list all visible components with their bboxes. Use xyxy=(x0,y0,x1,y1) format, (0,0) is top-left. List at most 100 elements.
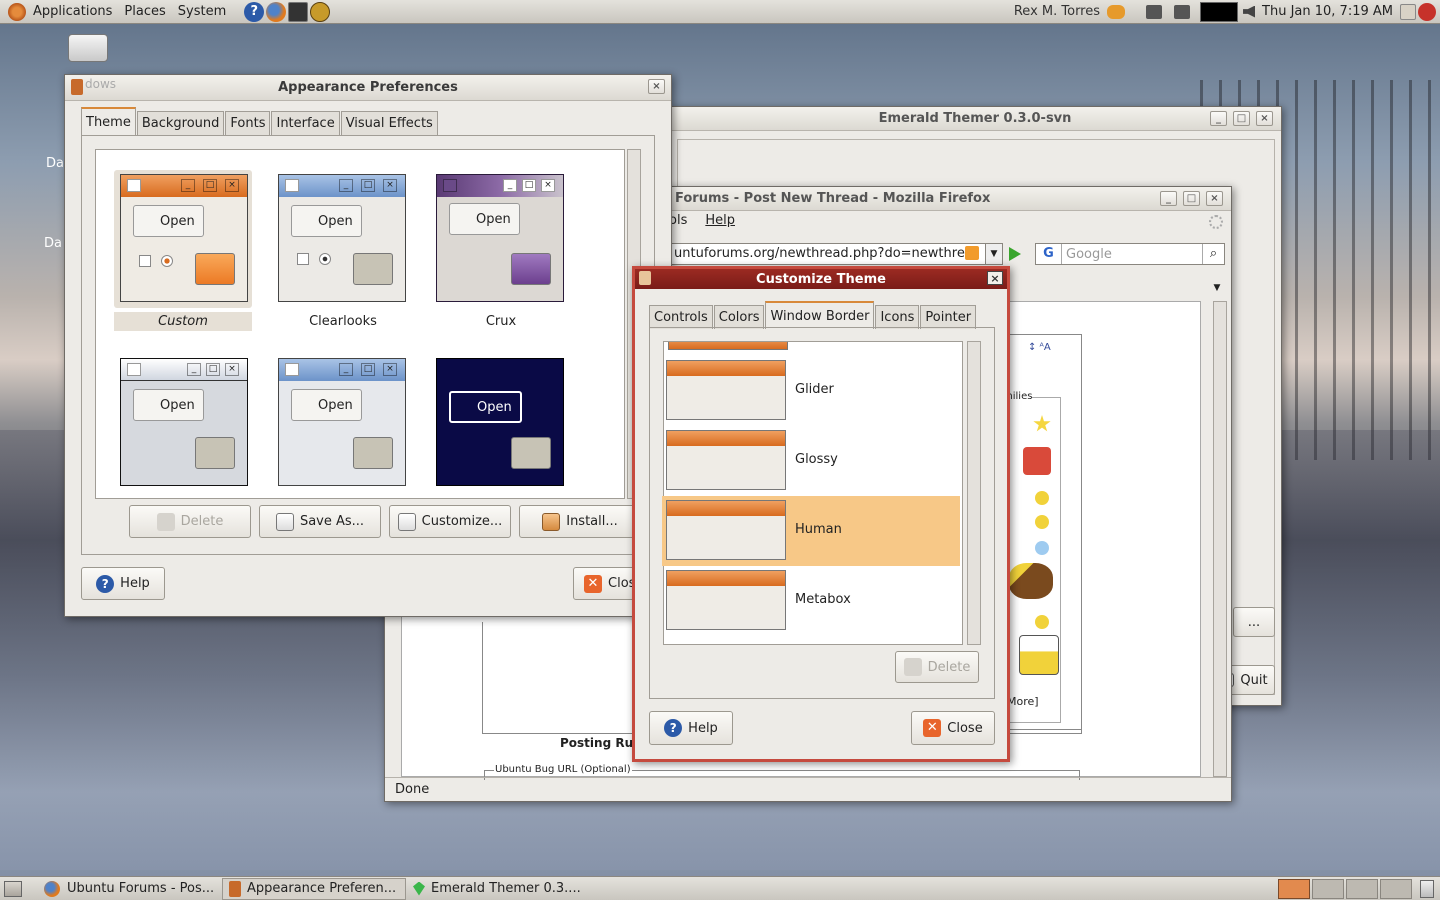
power-icon[interactable] xyxy=(1418,2,1436,21)
edit-icon xyxy=(397,512,416,531)
border-list-scrollbar[interactable] xyxy=(967,341,981,645)
theme-clearlooks-thumb[interactable]: _ □ × Open xyxy=(278,174,406,302)
customize-titlebar[interactable]: Customize Theme × xyxy=(635,269,1007,289)
search-icon[interactable]: ⌕ xyxy=(1202,244,1224,264)
close-x-icon: ✕ xyxy=(584,574,602,593)
install-button[interactable]: Install... xyxy=(519,505,641,538)
tab-theme[interactable]: Theme xyxy=(81,107,136,135)
ubuntu-logo-icon[interactable] xyxy=(8,2,26,21)
theme-crux-thumb[interactable]: _ □ × Open xyxy=(436,174,564,302)
go-icon[interactable] xyxy=(1009,247,1021,261)
rss-icon[interactable] xyxy=(965,246,979,260)
desktop-label-2: Da xyxy=(44,236,62,251)
border-row-human[interactable]: Human xyxy=(662,496,960,566)
help-launcher-icon[interactable]: ? xyxy=(244,1,265,22)
menu-help[interactable]: Help xyxy=(705,213,735,228)
lol-smiley-icon[interactable] xyxy=(1019,635,1059,675)
more-smilies-link[interactable]: More] xyxy=(1007,695,1039,708)
trash-icon[interactable] xyxy=(1420,879,1434,898)
appearance-titlebar[interactable]: dows Appearance Preferences × xyxy=(65,75,671,101)
theme-5-thumb[interactable]: _ □ × Open xyxy=(278,358,406,486)
delete-border-button[interactable]: Delete xyxy=(895,651,979,683)
clock[interactable]: Thu Jan 10, 7:19 AM xyxy=(1256,4,1399,19)
workspace-switcher[interactable] xyxy=(1278,878,1412,899)
close-icon[interactable]: × xyxy=(648,79,665,94)
workspace-2[interactable] xyxy=(1312,878,1344,899)
menu-system[interactable]: System xyxy=(172,4,232,19)
close-icon[interactable]: × xyxy=(987,271,1003,285)
workspace-1[interactable] xyxy=(1278,878,1310,899)
url-bar[interactable]: untuforums.org/newthread.php?do=newthrea xyxy=(669,243,995,265)
taskbar-appearance[interactable]: Appearance Preferen... xyxy=(222,877,406,900)
tab-pointer[interactable]: Pointer xyxy=(920,305,977,329)
tab-window-border[interactable]: Window Border xyxy=(765,301,875,329)
close-icon[interactable]: × xyxy=(1206,191,1223,206)
minimize-icon[interactable]: _ xyxy=(1160,191,1177,206)
firefox-launcher-icon[interactable] xyxy=(266,1,287,22)
save-as-button[interactable]: Save As... xyxy=(259,505,381,538)
firefox-icon xyxy=(44,880,60,897)
tab-fonts[interactable]: Fonts xyxy=(225,111,271,135)
tab-colors[interactable]: Colors xyxy=(713,305,765,329)
help-icon: ? xyxy=(96,574,115,593)
maximize-icon[interactable]: □ xyxy=(1233,111,1250,126)
taskbar-firefox[interactable]: Ubuntu Forums - Pos... xyxy=(36,878,222,900)
taskbar-emerald[interactable]: Emerald Themer 0.3.... xyxy=(406,878,590,900)
search-input[interactable]: Google xyxy=(1062,247,1202,262)
user-name[interactable]: Rex M. Torres xyxy=(1008,4,1106,19)
maximize-icon[interactable]: □ xyxy=(1183,191,1200,206)
volume-icon[interactable] xyxy=(1243,5,1256,18)
drive-desktop-icon[interactable] xyxy=(68,34,108,62)
app-icon xyxy=(639,271,651,285)
border-row-glider[interactable]: Glider xyxy=(662,356,960,426)
wink-smiley-icon[interactable] xyxy=(1035,615,1049,629)
url-dropdown-icon[interactable]: ▼ xyxy=(985,243,1003,265)
update-notifier-icon[interactable] xyxy=(1107,4,1126,19)
help-button[interactable]: ? Help xyxy=(81,567,165,600)
workspace-3[interactable] xyxy=(1346,878,1378,899)
delete-theme-button[interactable]: Delete xyxy=(129,505,251,538)
menu-applications[interactable]: Applications xyxy=(27,4,118,19)
network-icon[interactable] xyxy=(1146,4,1163,19)
theme-6-thumb[interactable]: Open xyxy=(436,358,564,486)
appearance-window: dows Appearance Preferences × Theme Back… xyxy=(64,74,672,617)
theme-4-thumb[interactable]: _ □ × Open xyxy=(120,358,248,486)
page-scrollbar[interactable] xyxy=(1213,301,1227,777)
system-monitor[interactable] xyxy=(1200,1,1239,22)
tab-icons[interactable]: Icons xyxy=(875,305,920,329)
menu-places[interactable]: Places xyxy=(118,4,171,19)
smile-smiley-icon[interactable] xyxy=(1035,491,1049,505)
wine-launcher-icon[interactable] xyxy=(310,1,331,22)
user-switcher-icon[interactable] xyxy=(1400,3,1416,20)
emerald-ellipsis-button[interactable]: ... xyxy=(1233,607,1275,637)
close-icon[interactable]: × xyxy=(1256,111,1273,126)
confused-smiley-icon[interactable] xyxy=(1035,541,1049,555)
text-size-icon[interactable]: ↕ ᴬA xyxy=(1028,342,1051,353)
emerald-icon xyxy=(413,881,425,896)
border-row-metabox[interactable]: Metabox xyxy=(662,566,960,636)
bug-url-label: Ubuntu Bug URL (Optional) xyxy=(494,764,632,775)
theme-custom-thumb[interactable]: _ □ × Open xyxy=(120,174,248,302)
search-box[interactable]: G Google ⌕ xyxy=(1035,243,1225,265)
google-icon[interactable]: G xyxy=(1036,244,1062,264)
customize-close-button[interactable]: ✕ Close xyxy=(911,711,995,745)
status-bar: Done xyxy=(385,777,1231,801)
emerald-titlebar[interactable]: Emerald Themer 0.3.0-svn _ □ × xyxy=(669,107,1281,131)
popcorn-smiley-icon[interactable] xyxy=(1023,447,1051,475)
bookmarks-dropdown-icon[interactable]: ▼ xyxy=(1209,279,1225,297)
tab-interface[interactable]: Interface xyxy=(271,111,340,135)
terminal-launcher-icon[interactable] xyxy=(288,1,309,22)
minimize-icon[interactable]: _ xyxy=(1210,111,1227,126)
tab-controls[interactable]: Controls xyxy=(649,305,713,329)
tab-visual-effects[interactable]: Visual Effects xyxy=(340,111,438,135)
network2-icon[interactable] xyxy=(1174,4,1191,19)
show-desktop-icon[interactable] xyxy=(4,880,22,897)
customize-button[interactable]: Customize... xyxy=(389,505,511,538)
guitar-smiley-icon[interactable] xyxy=(1009,563,1053,599)
frown-smiley-icon[interactable] xyxy=(1035,515,1049,529)
tab-background[interactable]: Background xyxy=(136,111,225,135)
customize-window: Customize Theme × Controls Colors Window… xyxy=(632,266,1010,762)
customize-help-button[interactable]: ? Help xyxy=(649,711,733,745)
workspace-4[interactable] xyxy=(1380,878,1412,899)
border-row-glossy[interactable]: Glossy xyxy=(662,426,960,496)
